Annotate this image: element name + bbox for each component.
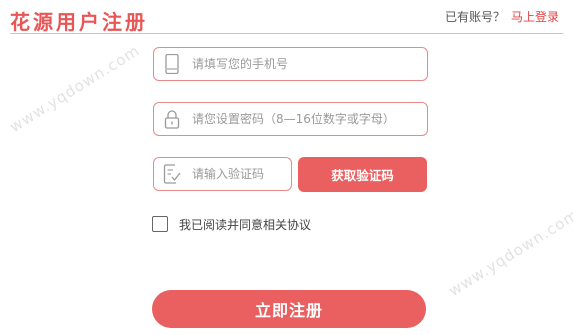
password-input[interactable]: [192, 103, 422, 134]
agree-checkbox[interactable]: [152, 216, 168, 232]
header-bar: 花源用户注册 已有账号？ 马上登录: [0, 0, 573, 36]
header-divider: [10, 33, 563, 34]
login-link[interactable]: 马上登录: [511, 8, 559, 25]
password-field[interactable]: [153, 102, 428, 136]
watermark: www.yqdown.com: [445, 205, 573, 300]
verify-code-input[interactable]: [192, 158, 287, 189]
verify-code-icon: [163, 164, 181, 184]
agree-label: 我已阅读并同意相关协议: [179, 218, 312, 232]
login-prompt: 已有账号？: [445, 10, 506, 24]
phone-input[interactable]: [192, 48, 422, 79]
lock-icon: [164, 110, 180, 129]
watermark: www.yqdown.com: [6, 41, 144, 136]
verify-code-field[interactable]: [153, 157, 292, 191]
phone-icon: [165, 54, 179, 74]
register-button[interactable]: 立即注册: [152, 290, 426, 328]
get-code-button[interactable]: 获取验证码: [298, 157, 427, 192]
page-title: 花源用户注册: [10, 10, 148, 34]
phone-field[interactable]: [153, 47, 428, 81]
